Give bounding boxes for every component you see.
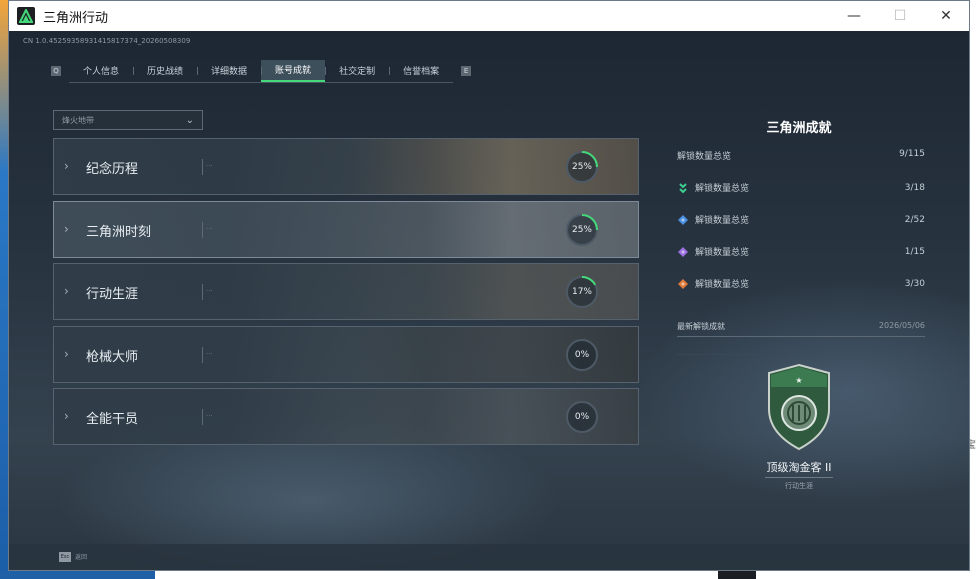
category-label: 全能干员 (86, 412, 139, 427)
build-id: CN 1.0.45259358931415817374_20260508309 (23, 37, 191, 45)
chevron-right-icon: › (64, 159, 69, 173)
svg-text:★: ★ (795, 376, 802, 385)
category-label: 行动生涯 (86, 287, 139, 302)
tier-label: 解锁数量总览 (695, 184, 750, 194)
tier-left: 解锁数量总览 (677, 277, 749, 290)
chevron-right-icon: › (64, 346, 69, 361)
tab-2[interactable]: 详细数据 (197, 60, 261, 82)
chevron-down-icon: ⌄ (185, 114, 194, 126)
badge-category: 行动生涯 (765, 477, 833, 491)
divider (202, 159, 203, 175)
maximize-button[interactable]: ☐ (877, 1, 923, 31)
tab-list: 个人信息 历史战绩 详细数据 账号成就 社交定制 信誉档案 (69, 59, 454, 83)
card-dots: ··· (206, 162, 213, 170)
progress-text: 0% (574, 412, 590, 422)
tier-row: 解锁数量总览 3/18 (677, 181, 925, 194)
category-card[interactable]: › 全能干员 ··· 0% (53, 388, 639, 445)
tab-1[interactable]: 历史战绩 (133, 60, 197, 82)
progress-text: 17% (571, 287, 592, 297)
divider (202, 346, 203, 363)
orange-diamond-icon (678, 278, 688, 289)
tab-3[interactable]: 账号成就 (261, 59, 326, 82)
badge-name: 顶级淘金客 II (766, 461, 832, 474)
tier-label: 解锁数量总览 (695, 280, 750, 290)
tier-value: 3/30 (904, 278, 925, 289)
filter-selected-value: 烽火地带 (62, 115, 94, 125)
divider (202, 409, 203, 425)
app-logo-icon (17, 7, 35, 25)
tab-0[interactable]: 个人信息 (69, 60, 133, 82)
minimize-button[interactable]: — (831, 1, 877, 31)
progress-text: 25% (571, 162, 592, 172)
tier-value: 3/18 (904, 182, 925, 193)
tier-value: 1/15 (904, 246, 925, 257)
desktop-bottom-dark (718, 571, 756, 579)
summary-total-label: 解锁数量总览 (677, 152, 732, 162)
category-label: 枪械大师 (86, 349, 139, 365)
tab-4[interactable]: 社交定制 (325, 60, 389, 82)
esc-key-icon[interactable]: Esc (59, 552, 71, 562)
category-card[interactable]: › 行动生涯 ··· 17% (53, 263, 639, 320)
main-content: CN 1.0.45259358931415817374_20260508309 … (9, 31, 969, 570)
recent-unlock-header: 最新解锁成就 2026/05/06 (677, 321, 925, 337)
achievement-badge-icon[interactable]: ★ (765, 363, 833, 451)
divider (202, 284, 203, 300)
game-window: 三角洲行动 — ☐ ✕ CN 1.0.45259358931415817374_… (8, 0, 970, 571)
purple-diamond-icon (678, 246, 688, 257)
close-button[interactable]: ✕ (923, 1, 969, 31)
tier-label: 解锁数量总览 (695, 248, 750, 258)
tier-row: 解锁数量总览 3/30 (677, 277, 925, 290)
category-card[interactable]: › 枪械大师 ··· 0% (53, 325, 639, 383)
tier-row: 解锁数量总览 1/15 (677, 245, 925, 258)
tier-value: 2/52 (904, 214, 925, 225)
divider (202, 221, 203, 238)
desktop-bottom-left (0, 571, 155, 579)
window-title: 三角洲行动 (43, 10, 109, 26)
tier-left: 解锁数量总览 (677, 181, 749, 194)
summary-total-value: 9/115 (899, 149, 925, 159)
chevron-right-icon: › (64, 284, 69, 298)
card-dots: ··· (206, 349, 213, 358)
category-label: 纪念历程 (86, 162, 139, 177)
summary-title: 三角洲成就 (766, 121, 832, 136)
summary-total-row: 解锁数量总览 9/115 (677, 149, 925, 162)
tab-bar: Q 个人信息 历史战绩 详细数据 账号成就 社交定制 信誉档案 E (51, 59, 472, 83)
desktop-left-strip (0, 0, 8, 579)
blue-diamond-icon (678, 214, 688, 225)
card-dots: ··· (206, 287, 213, 295)
achievement-category-list: › 纪念历程 ··· 25% › 三角洲时刻 ··· 25% › 行动生涯 ··· 17% › 枪械大师 ·… (53, 138, 639, 451)
progress-text: 25% (571, 224, 592, 235)
category-card[interactable]: › 纪念历程 ··· 25% (53, 138, 639, 195)
chevron-right-icon: › (64, 221, 69, 236)
tier-label: 解锁数量总览 (695, 216, 750, 226)
green-chevron-icon (679, 182, 687, 193)
mode-filter-dropdown[interactable]: 烽火地带 ⌄ (53, 110, 203, 130)
divider (677, 354, 925, 355)
category-label: 三角洲时刻 (86, 224, 152, 240)
tier-row: 解锁数量总览 2/52 (677, 213, 925, 226)
recent-unlock-date: 2026/05/06 (878, 321, 925, 330)
tab-next-button[interactable]: E (461, 66, 472, 76)
recent-unlock-label: 最新解锁成就 (677, 322, 725, 331)
footer-bar: Esc 返回 (9, 544, 969, 570)
tier-left: 解锁数量总览 (677, 213, 749, 226)
tier-left: 解锁数量总览 (677, 245, 749, 258)
title-bar[interactable]: 三角洲行动 — ☐ ✕ (9, 1, 969, 31)
tab-5[interactable]: 信誉档案 (389, 60, 453, 82)
back-label[interactable]: 返回 (75, 552, 87, 561)
chevron-right-icon: › (64, 409, 69, 423)
category-card[interactable]: › 三角洲时刻 ··· 25% (53, 200, 639, 258)
card-dots: ··· (206, 412, 213, 420)
tab-prev-button[interactable]: Q (51, 66, 61, 76)
card-dots: ··· (206, 224, 213, 233)
progress-text: 0% (574, 349, 590, 360)
